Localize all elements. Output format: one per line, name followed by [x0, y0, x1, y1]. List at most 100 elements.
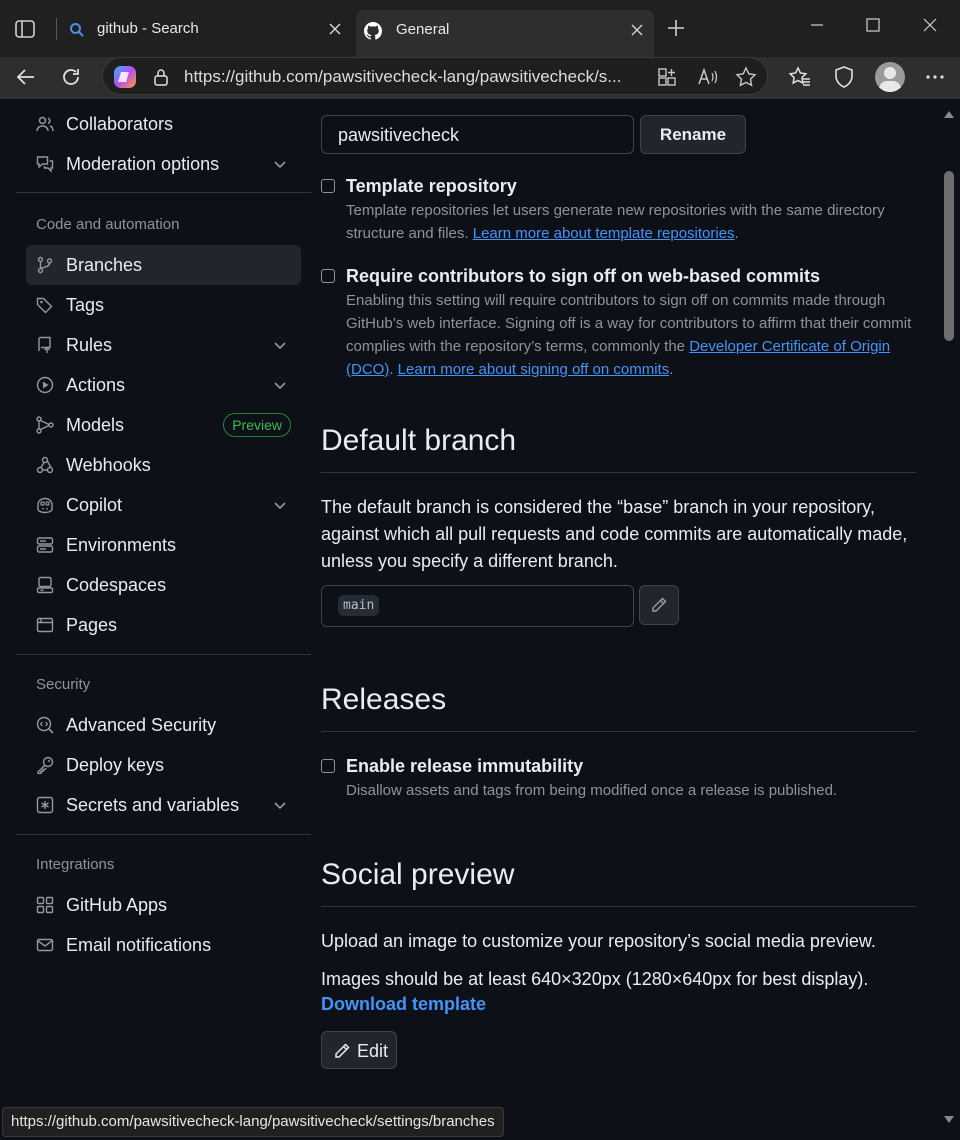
apps-icon: [36, 896, 54, 914]
template-learn-more-link[interactable]: Learn more about template repositories: [473, 225, 735, 242]
server-icon: [36, 537, 54, 553]
favorite-star-icon[interactable]: [735, 66, 757, 88]
sidebar-item-codespaces[interactable]: Codespaces: [26, 565, 301, 605]
refresh-icon[interactable]: [59, 65, 83, 89]
sidebar-item-secrets-variables[interactable]: Secrets and variables: [26, 785, 301, 825]
download-template-link[interactable]: Download template: [321, 994, 486, 1015]
sidebar-item-label: Branches: [66, 255, 143, 275]
more-icon[interactable]: [923, 65, 947, 89]
template-repository-checkbox[interactable]: [321, 179, 335, 193]
new-tab-icon[interactable]: [666, 18, 686, 38]
section-divider: [321, 906, 916, 907]
sidebar-item-moderation-options[interactable]: Moderation options: [26, 144, 301, 184]
release-immutability-checkbox[interactable]: [321, 759, 335, 773]
tab-general[interactable]: General: [356, 10, 654, 57]
repo-push-icon: [38, 336, 51, 353]
mail-icon: [36, 938, 54, 952]
sidebar-item-label: Models: [66, 415, 125, 435]
sidebar-item-branches[interactable]: Branches: [26, 245, 301, 285]
signoff-desc: Enabling this setting will require contr…: [346, 292, 912, 378]
play-icon: [36, 376, 54, 394]
tag-icon: [36, 297, 53, 314]
read-aloud-icon[interactable]: [697, 67, 719, 87]
tab-github-search[interactable]: github - Search: [60, 10, 352, 50]
default-branch-desc: The default branch is considered the “ba…: [321, 497, 908, 571]
sidebar-item-advanced-security[interactable]: Advanced Security: [26, 705, 301, 745]
status-url-preview: https://github.com/pawsitivecheck-lang/p…: [2, 1107, 504, 1137]
app-available-icon[interactable]: [657, 67, 677, 87]
asterisk-icon: [36, 796, 54, 814]
repo-name-value: pawsitivecheck: [338, 125, 460, 145]
address-bar[interactable]: https://github.com/pawsitivecheck-lang/p…: [102, 57, 768, 95]
sidebar-item-collaborators[interactable]: Collaborators: [26, 104, 301, 144]
sidebar-item-label: Email notifications: [66, 935, 212, 955]
chevron-down-icon: [274, 382, 286, 390]
sidebar-item-tags[interactable]: Tags: [26, 285, 301, 325]
sidebar-item-pages[interactable]: Pages: [26, 605, 301, 645]
sidebar-divider: [16, 654, 311, 655]
webhook-icon: [36, 456, 54, 474]
sidebar-heading-integrations: Integrations: [36, 856, 115, 873]
repo-name-input[interactable]: pawsitivecheck: [321, 115, 634, 154]
sidebar-item-copilot[interactable]: Copilot: [26, 485, 301, 525]
sidebar-item-label: Webhooks: [66, 455, 151, 475]
signoff-checkbox[interactable]: [321, 269, 335, 283]
ai-model-icon: [36, 416, 54, 434]
minimize-icon[interactable]: [808, 16, 826, 34]
scroll-down-arrow-icon[interactable]: [943, 1115, 955, 1125]
chevron-down-icon: [274, 161, 286, 169]
window-close-icon[interactable]: [921, 16, 939, 34]
sidebar-item-models[interactable]: Models Preview: [26, 405, 301, 445]
people-icon: [36, 116, 54, 132]
pencil-icon: [335, 1043, 350, 1058]
sidebar-item-label: Codespaces: [66, 575, 167, 595]
browser-tabbar: github - Search General: [0, 0, 960, 57]
page-scrollbar[interactable]: [938, 99, 960, 1140]
comment-discussion-icon: [36, 156, 54, 173]
github-icon: [364, 22, 382, 40]
sidebar-item-label: Environments: [66, 535, 177, 555]
codescan-icon: [36, 716, 54, 734]
scroll-up-arrow-icon[interactable]: [943, 109, 955, 119]
copilot-icon[interactable]: [111, 63, 139, 91]
back-icon[interactable]: [14, 65, 38, 89]
sidebar-item-email-notifications[interactable]: Email notifications: [26, 925, 301, 965]
sidebar-item-label: Moderation options: [66, 154, 220, 174]
maximize-icon[interactable]: [864, 16, 882, 34]
preview-badge: Preview: [223, 413, 291, 437]
chevron-down-icon: [274, 502, 286, 510]
scrollbar-thumb[interactable]: [944, 171, 954, 341]
pencil-icon: [652, 597, 667, 612]
close-icon[interactable]: [328, 22, 342, 36]
tab-title: General: [396, 21, 450, 38]
rename-button[interactable]: Rename: [640, 115, 746, 154]
avatar[interactable]: [875, 62, 905, 92]
sidebar-item-label: Rules: [66, 335, 113, 355]
sidebar-item-label: Deploy keys: [66, 755, 165, 775]
browser-toolbar: https://github.com/pawsitivecheck-lang/p…: [0, 57, 960, 99]
releases-heading: Releases: [321, 683, 447, 716]
edit-default-branch-button[interactable]: [639, 585, 679, 625]
signoff-learn-more-link[interactable]: Learn more about signing off on commits: [398, 361, 670, 378]
page-content: Collaborators Moderation options Code an…: [0, 99, 960, 1140]
sidebar-item-rules[interactable]: Rules: [26, 325, 301, 365]
sidebar-item-environments[interactable]: Environments: [26, 525, 301, 565]
sidebar-toggle-icon[interactable]: [14, 18, 36, 40]
edit-social-preview-button[interactable]: Edit: [321, 1031, 397, 1069]
sidebar-item-deploy-keys[interactable]: Deploy keys: [26, 745, 301, 785]
browser-essentials-icon[interactable]: [832, 65, 856, 89]
sidebar-item-actions[interactable]: Actions: [26, 365, 301, 405]
lock-icon[interactable]: [151, 67, 171, 87]
codespaces-icon: [36, 576, 54, 594]
sidebar-item-label: Secrets and variables: [66, 795, 240, 815]
template-repository-title: Template repository: [346, 176, 517, 196]
signoff-title: Require contributors to sign off on web-…: [346, 266, 821, 286]
close-icon[interactable]: [630, 23, 644, 37]
sidebar-item-github-apps[interactable]: GitHub Apps: [26, 885, 301, 925]
default-branch-heading: Default branch: [321, 424, 517, 457]
search-icon: [70, 23, 84, 37]
sidebar-item-webhooks[interactable]: Webhooks: [26, 445, 301, 485]
release-immutability-desc: Disallow assets and tags from being modi…: [346, 782, 838, 799]
section-divider: [321, 731, 916, 732]
favorites-icon[interactable]: [788, 65, 812, 89]
